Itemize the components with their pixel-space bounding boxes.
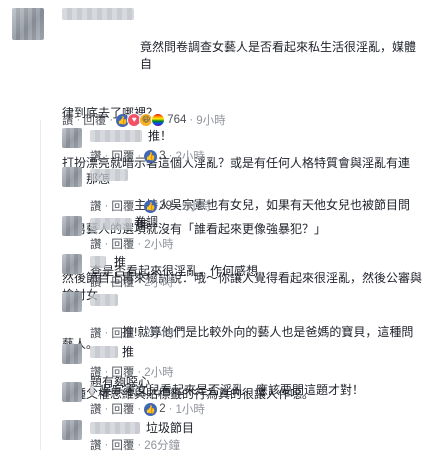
reply-actions: 讚 · 回覆 · 👍 39 · 2小時 (90, 198, 211, 214)
like-link[interactable]: 讚 (90, 325, 102, 341)
reply-link[interactable]: 回覆 (111, 437, 134, 453)
main-comment-actions: 讚 · 回覆 · 👍 ♥ 😆 764 · 9小時 (62, 112, 226, 128)
reaction-count[interactable]: 39 (159, 200, 172, 212)
separator: · (174, 200, 179, 212)
reply-link[interactable]: 回覆 (111, 364, 134, 380)
like-link[interactable]: 讚 (90, 198, 102, 214)
like-link[interactable]: 讚 (90, 437, 102, 453)
like-link[interactable]: 讚 (90, 274, 102, 290)
reply-text: 推 (136, 217, 149, 231)
reply-avatar[interactable] (62, 167, 82, 187)
separator: · (137, 366, 142, 378)
separator: · (137, 200, 142, 212)
separator: · (104, 439, 109, 451)
reply-avatar[interactable] (62, 254, 82, 274)
separator: · (76, 114, 81, 126)
like-link[interactable]: 讚 (90, 401, 102, 417)
reply-actions: 讚 · 回覆 · 👍 3 · 2小時 (90, 148, 205, 164)
reply-thread-line (40, 120, 41, 450)
reply-author[interactable] (90, 218, 132, 230)
like-icon: 👍 (144, 402, 158, 416)
separator: · (104, 403, 109, 415)
timestamp[interactable]: 2小時 (144, 364, 173, 380)
separator: · (168, 150, 173, 162)
separator: · (137, 238, 142, 250)
timestamp[interactable]: 2小時 (175, 148, 204, 164)
reply-author[interactable] (90, 256, 106, 268)
reply-text: 推 (114, 255, 127, 269)
reply-actions: 讚 · 回覆 · 2小時 (90, 364, 174, 380)
separator: · (137, 327, 142, 339)
reply-author[interactable] (90, 346, 118, 358)
timestamp[interactable]: 1小時 (175, 401, 204, 417)
reply-avatar[interactable] (62, 216, 82, 236)
reaction-count[interactable]: 2 (159, 403, 165, 415)
timestamp[interactable]: 9小時 (196, 112, 225, 128)
separator: · (104, 238, 109, 250)
main-comment-avatar[interactable] (12, 8, 44, 40)
timestamp[interactable]: 2小時 (144, 325, 173, 341)
reply-text: 推！ (148, 129, 173, 143)
separator: · (104, 200, 109, 212)
like-link[interactable]: 讚 (90, 148, 102, 164)
timestamp[interactable]: 2小時 (144, 236, 173, 252)
reply-actions: 讚 · 回覆 · 26分鐘 (90, 437, 180, 453)
timestamp[interactable]: 26分鐘 (144, 437, 180, 453)
separator: · (104, 276, 109, 288)
reply-avatar[interactable] (62, 344, 82, 364)
separator: · (137, 276, 142, 288)
reply-avatar[interactable] (62, 128, 82, 148)
like-icon: 👍 (144, 149, 158, 163)
reply-actions: 讚 · 回覆 · 👍 2 · 1小時 (90, 401, 205, 417)
reply-author[interactable] (90, 384, 94, 396)
reply-avatar[interactable] (62, 382, 82, 402)
reply-avatar[interactable] (62, 292, 82, 312)
timestamp[interactable]: 2小時 (182, 198, 211, 214)
reaction-icons[interactable]: 👍 ♥ 😆 (116, 113, 166, 127)
reply-link[interactable]: 回覆 (83, 112, 106, 128)
separator: · (104, 150, 109, 162)
like-link[interactable]: 讚 (62, 112, 74, 128)
like-link[interactable]: 讚 (90, 364, 102, 380)
reply-author[interactable] (90, 422, 140, 434)
reply-avatar[interactable] (62, 420, 82, 440)
reply-link[interactable]: 回覆 (111, 198, 134, 214)
reply-text: 吳宗憲女兒看起來是否淫亂，應該要問這題才對！ (100, 383, 365, 397)
reply-link[interactable]: 回覆 (111, 401, 134, 417)
reply-link[interactable]: 回覆 (111, 148, 134, 164)
reply-text: 推 (122, 345, 135, 359)
reply-author[interactable] (90, 130, 142, 142)
reply-actions: 讚 · 回覆 · 2小時 (90, 274, 174, 290)
reply-link[interactable]: 回覆 (111, 274, 134, 290)
reply-link[interactable]: 回覆 (111, 325, 134, 341)
separator: · (137, 439, 142, 451)
separator: · (104, 366, 109, 378)
reply-text: 垃圾節目 (146, 421, 195, 435)
separator: · (137, 403, 142, 415)
like-link[interactable]: 讚 (90, 236, 102, 252)
separator: · (109, 114, 114, 126)
reaction-count[interactable]: 764 (167, 114, 186, 126)
like-icon: 👍 (144, 199, 158, 213)
separator: · (189, 114, 194, 126)
reply-link[interactable]: 回覆 (111, 236, 134, 252)
reaction-count[interactable]: 3 (159, 150, 165, 162)
reply-actions: 讚 · 回覆 · 2小時 (90, 325, 174, 341)
timestamp[interactable]: 2小時 (144, 274, 173, 290)
separator: · (168, 403, 173, 415)
separator: · (104, 327, 109, 339)
reply-actions: 讚 · 回覆 · 2小時 (90, 236, 174, 252)
separator: · (137, 150, 142, 162)
rainbow-icon (151, 113, 166, 127)
